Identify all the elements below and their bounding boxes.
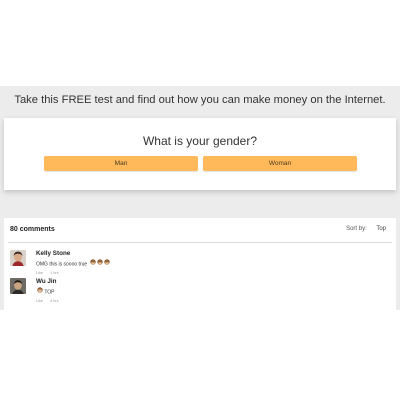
comment-meta: Like 1 hrs	[36, 270, 388, 276]
sort-control[interactable]: Sort by: Top	[346, 226, 386, 232]
comments-header: 80 comments Sort by: Top	[8, 226, 388, 240]
comment-author[interactable]: Wu Jin	[36, 278, 388, 286]
comment-text-row: TOP	[36, 287, 388, 297]
see-no-evil-monkey-icon	[89, 259, 96, 269]
headline: Take this FREE test and find out how you…	[14, 94, 386, 106]
comment-author[interactable]: Kelly Stone	[36, 250, 388, 258]
content-stage: Take this FREE test and find out how you…	[0, 86, 400, 310]
sort-label: Sort by:	[346, 226, 367, 232]
comment-text: TOP	[44, 289, 55, 296]
see-no-evil-monkey-icon	[103, 259, 110, 269]
comment-text-row: OMG this is soooo true	[36, 259, 388, 269]
comment-time: 4 hrs	[50, 299, 59, 304]
sort-value[interactable]: Top	[376, 226, 386, 232]
comment-meta: Like 4 hrs	[36, 298, 388, 304]
comment-text: OMG this is soooo true	[36, 261, 88, 268]
comments-divider	[8, 242, 392, 243]
woman-button[interactable]: Woman	[203, 156, 357, 171]
man-button[interactable]: Man	[44, 156, 198, 171]
quiz-card: What is your gender? Man Woman	[4, 118, 396, 190]
see-no-evil-monkey-icon	[96, 259, 103, 269]
monkey-face-icon	[37, 287, 43, 297]
avatar[interactable]	[10, 250, 26, 266]
comment-time: 1 hrs	[50, 271, 59, 276]
comments-panel: 80 comments Sort by: Top Kelly Stone OMG…	[4, 218, 396, 310]
avatar[interactable]	[10, 278, 26, 294]
quiz-question: What is your gender?	[142, 134, 258, 148]
like-link[interactable]: Like	[36, 299, 43, 303]
like-link[interactable]: Like	[36, 271, 43, 275]
comment-count: 80 comments	[10, 226, 55, 233]
